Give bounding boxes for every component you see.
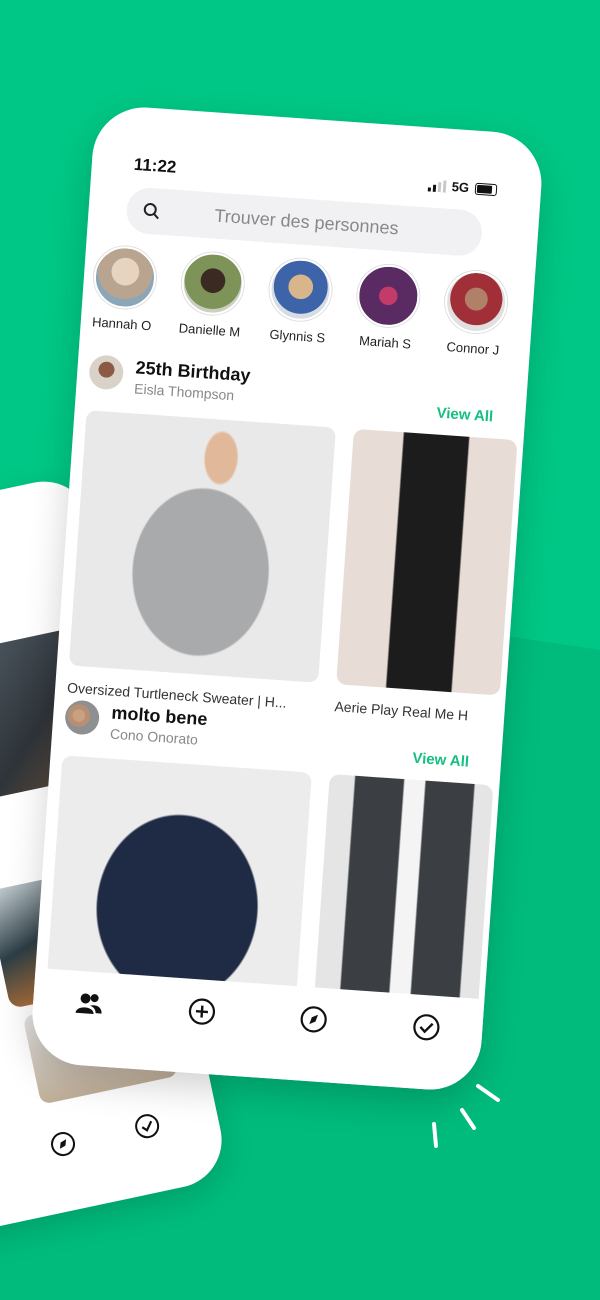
sparkle-decoration [432, 1084, 500, 1148]
battery-icon [474, 182, 498, 196]
product-carousel: Oversized Turtleneck Sweater | H... Aeri… [67, 410, 518, 725]
section-owner: Cono Onorato [109, 725, 199, 748]
search-icon [143, 203, 159, 220]
avatar[interactable] [443, 268, 510, 336]
status-indicators: 5G [427, 177, 498, 197]
people-row: Hannah O Danielle M Glynnis S Mariah S C… [88, 244, 511, 358]
avatar [64, 699, 101, 736]
tab-bar [48, 1111, 164, 1165]
product-image [313, 773, 494, 1025]
search-input[interactable] [211, 203, 477, 246]
person-name: Hannah O [91, 314, 152, 334]
network-label: 5G [451, 179, 470, 196]
signal-icon [427, 179, 447, 193]
person-item[interactable]: Connor J [439, 268, 511, 358]
compass-icon[interactable] [299, 1004, 329, 1034]
product-image [336, 428, 518, 696]
registry-section: 25th Birthday Eisla Thompson View All Ov… [67, 350, 530, 723]
check-icon[interactable] [132, 1111, 164, 1147]
person-name: Mariah S [358, 332, 412, 352]
avatar[interactable] [267, 256, 334, 323]
person-name: Glynnis S [269, 326, 326, 346]
main-phone: 11:22 5G Hannah O Danielle M Glynnis S M… [29, 104, 545, 1094]
product-card[interactable]: Oversized Turtleneck Sweater | H... [67, 410, 337, 713]
avatar[interactable] [179, 250, 246, 317]
view-all-link[interactable]: View All [436, 405, 494, 426]
people-icon[interactable] [75, 989, 105, 1019]
check-icon[interactable] [411, 1012, 441, 1042]
person-item[interactable]: Glynnis S [264, 256, 336, 346]
product-card[interactable]: Aerie Play Real Me H [334, 428, 518, 726]
status-time: 11:22 [133, 154, 177, 177]
person-name: Connor J [446, 339, 500, 358]
product-image [68, 410, 337, 683]
person-item[interactable]: Hannah O [88, 244, 160, 333]
avatar[interactable] [355, 262, 422, 329]
person-name: Danielle M [178, 320, 241, 340]
avatar [88, 354, 125, 391]
add-icon[interactable] [187, 997, 217, 1027]
search-bar[interactable] [125, 186, 484, 258]
compass-icon[interactable] [48, 1129, 80, 1165]
view-all-link[interactable]: View All [412, 750, 470, 771]
product-card[interactable] [313, 773, 494, 1025]
person-item[interactable]: Danielle M [176, 250, 248, 340]
person-item[interactable]: Mariah S [352, 262, 424, 352]
avatar[interactable] [91, 244, 159, 311]
